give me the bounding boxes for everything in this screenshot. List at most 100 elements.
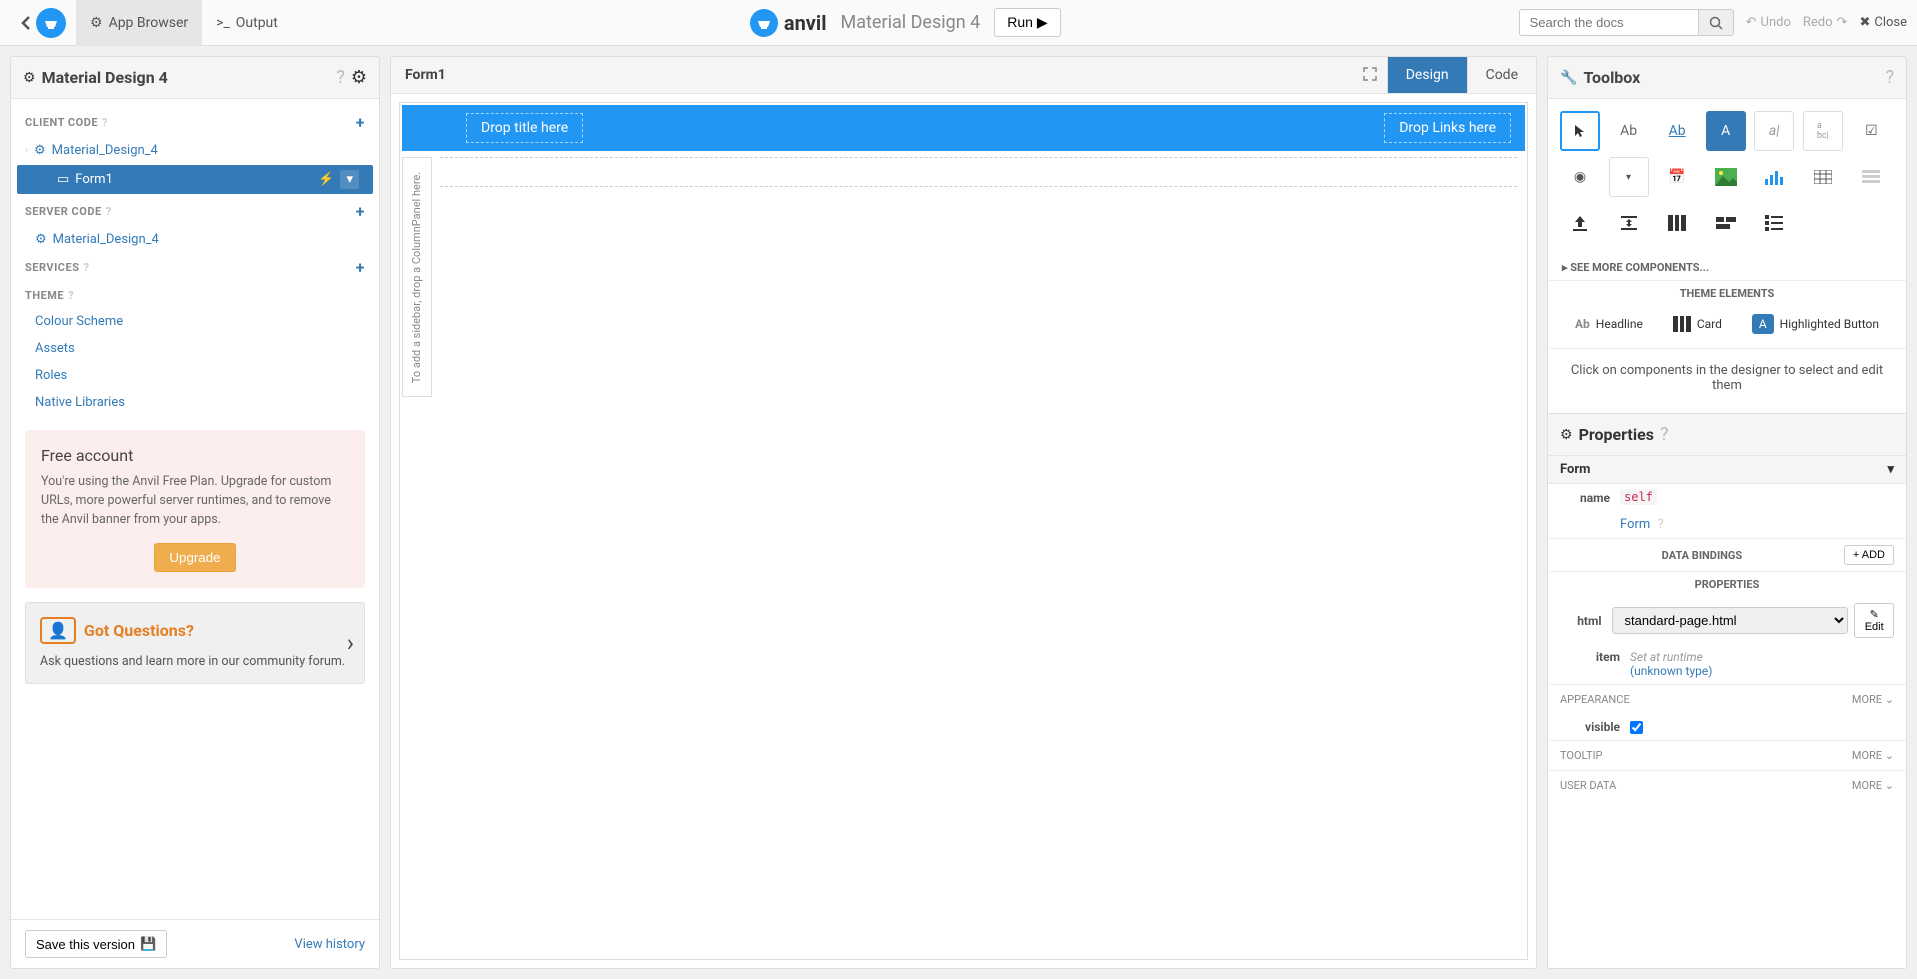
theme-assets[interactable]: Assets: [11, 335, 379, 362]
questions-box[interactable]: 👤 Got Questions? Ask questions and learn…: [25, 602, 365, 684]
drop-links-slot[interactable]: Drop Links here: [1384, 113, 1511, 143]
tool-textarea[interactable]: abc|: [1803, 111, 1843, 151]
design-surface[interactable]: Drop title here Drop Links here To add a…: [391, 94, 1536, 968]
search-icon: [1709, 16, 1723, 30]
help-icon[interactable]: ?: [336, 67, 345, 88]
edit-html-button[interactable]: ✎ Edit: [1854, 603, 1894, 638]
tool-radio[interactable]: ◉: [1560, 157, 1600, 197]
help-icon[interactable]: ?: [102, 116, 108, 129]
button-icon: A: [1752, 314, 1774, 334]
sidebar-hint-text: To add a sidebar, drop a ColumnPanel her…: [411, 171, 424, 382]
help-icon[interactable]: ?: [1658, 517, 1664, 532]
tooltip-section[interactable]: TOOLTIP MORE ⌄: [1548, 740, 1906, 770]
form-title: Form1: [391, 57, 460, 93]
drop-title-slot[interactable]: Drop title here: [466, 113, 583, 143]
more-toggle[interactable]: MORE ⌄: [1852, 693, 1894, 706]
tree-item-server-module[interactable]: ⚙ Material_Design_4: [11, 227, 379, 252]
tool-spacer[interactable]: [1609, 203, 1649, 243]
more-toggle[interactable]: MORE ⌄: [1852, 779, 1894, 792]
tool-cursor[interactable]: [1560, 111, 1600, 151]
tab-output[interactable]: >_ Output: [202, 0, 292, 46]
see-more-components[interactable]: ▸ SEE MORE COMPONENTS...: [1548, 255, 1906, 280]
tool-link[interactable]: Ab: [1657, 111, 1697, 151]
chevron-right-icon: ›: [25, 145, 28, 156]
sidebar-drop-slot[interactable]: To add a sidebar, drop a ColumnPanel her…: [402, 157, 432, 397]
data-bindings-section: DATA BINDINGS + ADD: [1548, 538, 1906, 571]
caret-down-icon: ▾: [1887, 462, 1894, 477]
tool-button[interactable]: A: [1706, 111, 1746, 151]
add-button[interactable]: +: [356, 113, 365, 132]
close-label: Close: [1874, 15, 1907, 30]
more-toggle[interactable]: MORE ⌄: [1852, 749, 1894, 762]
search-button[interactable]: [1699, 9, 1734, 36]
help-icon[interactable]: ?: [83, 261, 89, 274]
theme-colour-scheme[interactable]: Colour Scheme: [11, 308, 379, 335]
chevron-right-icon: ›: [347, 629, 354, 657]
gear-icon[interactable]: ⚙: [351, 67, 367, 88]
designer-header: Form1 Design Code: [391, 57, 1536, 94]
help-icon[interactable]: ?: [1660, 424, 1669, 445]
user-data-section[interactable]: USER DATA MORE ⌄: [1548, 770, 1906, 800]
right-scroll: Ab Ab A a| abc| ☑ ◉ ▾ 📅 ▸: [1548, 99, 1906, 968]
save-version-button[interactable]: Save this version 💾: [25, 930, 167, 958]
theme-card[interactable]: Card: [1673, 314, 1722, 334]
tab-app-browser[interactable]: ⚙ App Browser: [76, 0, 202, 46]
tree-item-form1[interactable]: ▭ Form1 ⚡ ▾: [17, 165, 373, 194]
tool-textbox[interactable]: a|: [1754, 111, 1794, 151]
tool-fileloader[interactable]: [1560, 203, 1600, 243]
app-title: Material Design 4: [42, 68, 168, 87]
redo-button[interactable]: Redo ↷: [1803, 15, 1848, 30]
run-button[interactable]: Run ▶: [994, 8, 1060, 37]
theme-label: Headline: [1596, 317, 1643, 331]
tool-linear-panel[interactable]: [1754, 203, 1794, 243]
undo-button[interactable]: ↶ Undo: [1746, 15, 1791, 30]
form-app-bar[interactable]: Drop title here Drop Links here: [402, 105, 1525, 151]
form-canvas[interactable]: Drop title here Drop Links here To add a…: [399, 102, 1528, 960]
tab-code[interactable]: Code: [1467, 57, 1536, 93]
theme-roles[interactable]: Roles: [11, 362, 379, 389]
theme-headline[interactable]: Ab Headline: [1575, 314, 1643, 334]
help-icon[interactable]: ?: [1885, 67, 1894, 88]
add-button[interactable]: +: [356, 258, 365, 277]
section-server-code: SERVER CODE ? +: [11, 196, 379, 227]
flow-icon: [1716, 217, 1736, 229]
tool-checkbox[interactable]: ☑: [1851, 111, 1891, 151]
tool-image[interactable]: [1706, 157, 1746, 197]
upgrade-button[interactable]: Upgrade: [154, 543, 235, 572]
section-label: USER DATA: [1560, 779, 1616, 792]
tool-label[interactable]: Ab: [1609, 111, 1649, 151]
expand-button[interactable]: [1353, 57, 1387, 93]
view-history-link[interactable]: View history: [294, 937, 365, 952]
item-type-link[interactable]: (unknown type): [1630, 664, 1894, 678]
tool-repeating-panel[interactable]: [1851, 157, 1891, 197]
tool-dropdown[interactable]: ▾: [1609, 157, 1649, 197]
form-base-link[interactable]: Form: [1620, 517, 1650, 532]
appearance-section[interactable]: APPEARANCE MORE ⌄: [1548, 684, 1906, 714]
theme-native-libraries[interactable]: Native Libraries: [11, 389, 379, 416]
search-input[interactable]: [1519, 9, 1699, 36]
add-binding-button[interactable]: + ADD: [1844, 545, 1894, 565]
add-button[interactable]: +: [356, 202, 365, 221]
item-label: Form1: [75, 172, 113, 187]
tool-flow-panel[interactable]: [1706, 203, 1746, 243]
help-icon[interactable]: ?: [106, 205, 112, 218]
tool-column-panel[interactable]: [1657, 203, 1697, 243]
tool-plot[interactable]: [1754, 157, 1794, 197]
tab-design[interactable]: Design: [1387, 57, 1467, 93]
back-button[interactable]: [10, 0, 76, 46]
help-icon[interactable]: ?: [68, 289, 74, 302]
tool-datagrid[interactable]: [1803, 157, 1843, 197]
close-button[interactable]: ✖ Close: [1859, 15, 1907, 30]
dropdown-caret-icon[interactable]: ▾: [340, 170, 359, 189]
run-label: Run: [1007, 14, 1033, 30]
tool-datepicker[interactable]: 📅: [1657, 157, 1697, 197]
save-icon: 💾: [140, 936, 156, 952]
theme-highlighted-button[interactable]: A Highlighted Button: [1752, 314, 1879, 334]
item-runtime-text: Set at runtime: [1630, 650, 1894, 664]
visible-checkbox[interactable]: [1630, 721, 1643, 734]
content-drop-slot[interactable]: [440, 157, 1517, 187]
component-type-row[interactable]: Form ▾: [1548, 456, 1906, 484]
tree-item-module[interactable]: › ⚙ Material_Design_4: [11, 138, 379, 163]
prop-visible-row: visible: [1548, 714, 1906, 740]
html-select[interactable]: standard-page.html: [1612, 607, 1849, 634]
